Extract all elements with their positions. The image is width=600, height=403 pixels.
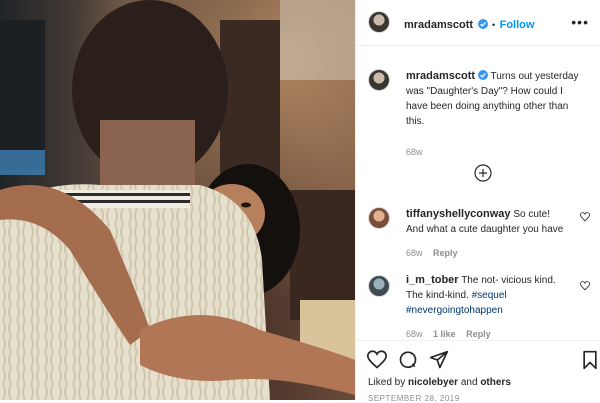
post-image: [0, 0, 355, 400]
comment-avatar[interactable]: [368, 207, 390, 229]
comment-item: tiffanyshellyconway So cute! And what a …: [406, 207, 566, 261]
likes-connector: and: [460, 377, 478, 388]
post-header: mradamscott • Follow •••: [356, 0, 600, 46]
comment-meta: 68w Reply: [406, 246, 566, 261]
caption-timestamp[interactable]: 68w: [406, 145, 586, 160]
likes-prefix: Liked by: [368, 377, 406, 388]
instagram-post: mradamscott • Follow ••• mradamscott Tur…: [0, 0, 600, 403]
comment-icon[interactable]: [398, 350, 418, 370]
comment-username[interactable]: i_m_tober: [406, 274, 459, 286]
liked-by-user[interactable]: nicolebyer: [408, 377, 458, 388]
reply-button[interactable]: Reply: [433, 248, 458, 258]
hashtag-link[interactable]: #nevergoingtohappen: [406, 305, 503, 316]
comment-timestamp[interactable]: 68w: [406, 329, 423, 339]
follow-button[interactable]: Follow: [500, 19, 535, 31]
comment-like-icon[interactable]: [580, 281, 590, 291]
post-caption: mradamscott Turns out yesterday was "Dau…: [406, 69, 586, 160]
comment-item: i_m_tober The not- vicious kind. The kin…: [406, 273, 566, 342]
post-photo[interactable]: [0, 0, 355, 400]
comment-timestamp[interactable]: 68w: [406, 248, 423, 258]
comment-username[interactable]: tiffanyshellyconway: [406, 208, 511, 220]
verified-badge-icon: [477, 70, 488, 80]
plus-circle-icon[interactable]: [474, 164, 492, 182]
action-bar: [356, 340, 600, 341]
verified-badge-icon: [477, 19, 488, 29]
caption-avatar[interactable]: [368, 69, 390, 91]
comment-avatar[interactable]: [368, 275, 390, 297]
more-options-button[interactable]: •••: [571, 14, 589, 30]
author-avatar[interactable]: [368, 11, 390, 33]
post-date: SEPTEMBER 28, 2019: [368, 394, 460, 403]
comment-like-icon[interactable]: [580, 212, 590, 222]
comment-likes[interactable]: 1 like: [433, 329, 456, 339]
reply-button[interactable]: Reply: [466, 329, 491, 339]
caption-username[interactable]: mradamscott: [406, 70, 475, 82]
liked-by-others[interactable]: others: [480, 377, 511, 388]
header-separator: •: [491, 20, 496, 30]
likes-summary: Liked by nicolebyer and others: [368, 377, 511, 388]
bookmark-icon[interactable]: [581, 350, 599, 370]
paper-plane-icon[interactable]: [429, 350, 449, 370]
heart-icon[interactable]: [367, 350, 387, 370]
hashtag-link[interactable]: #sequel: [472, 290, 507, 301]
author-username[interactable]: mradamscott: [404, 19, 473, 31]
